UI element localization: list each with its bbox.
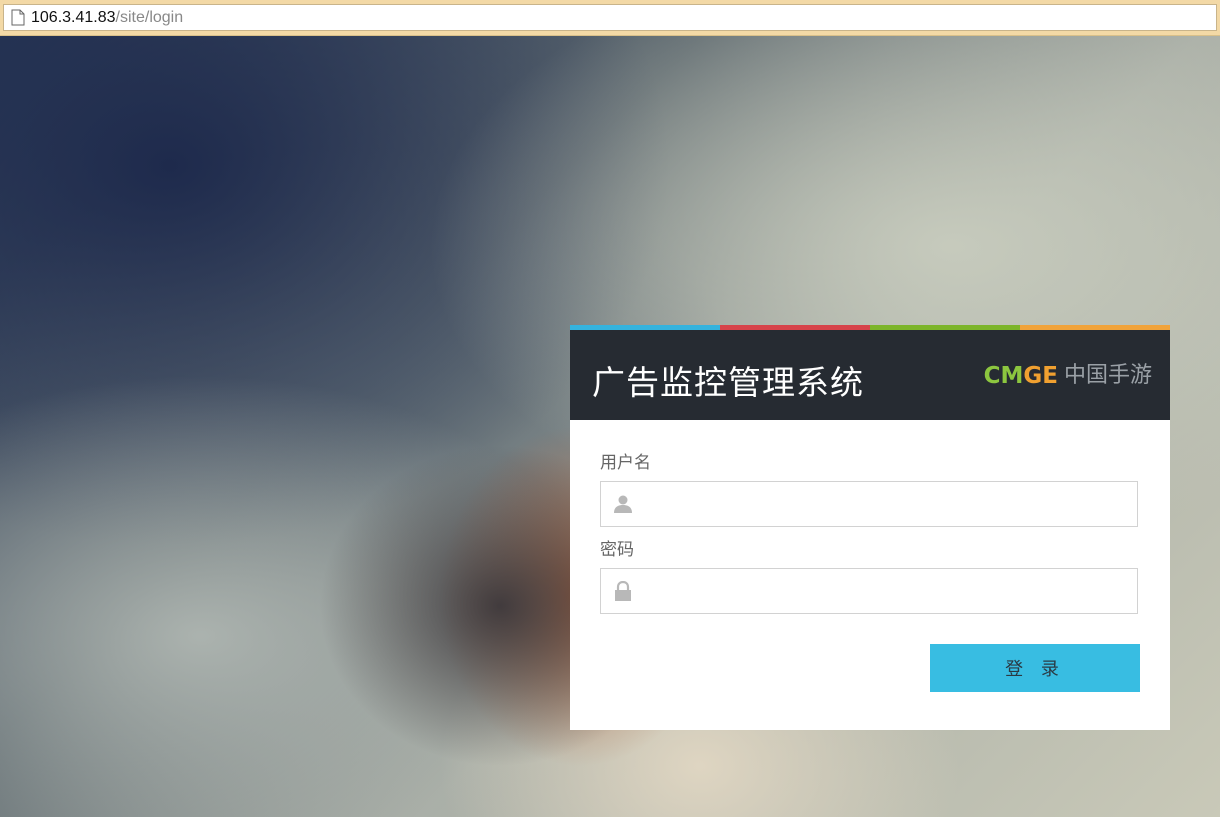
lock-icon xyxy=(613,580,633,601)
password-input[interactable] xyxy=(645,569,1125,613)
url-path: /site/login xyxy=(115,8,184,26)
brand-logo-letter: C xyxy=(983,363,1001,389)
browser-toolbar: 106.3.41.83/site/login xyxy=(0,0,1220,36)
username-label: 用户名 xyxy=(600,453,651,473)
panel-header: 广告监控管理系统 CMGE 中国手游 xyxy=(570,330,1170,420)
address-bar[interactable]: 106.3.41.83/site/login xyxy=(3,4,1217,31)
brand-logo-en: CMGE xyxy=(984,363,1058,389)
url-host: 106.3.41.83 xyxy=(31,8,116,26)
username-input[interactable] xyxy=(645,482,1125,526)
login-panel: 广告监控管理系统 CMGE 中国手游 用户名 密码 登 录 xyxy=(570,325,1170,730)
brand-logo-letter: E xyxy=(1042,363,1058,389)
password-label: 密码 xyxy=(600,540,634,560)
page-icon xyxy=(11,9,25,26)
password-field[interactable] xyxy=(600,568,1138,614)
username-field[interactable] xyxy=(600,481,1138,527)
login-button[interactable]: 登 录 xyxy=(930,644,1140,692)
brand-logo-en-text: CMGE xyxy=(984,363,1058,389)
user-icon xyxy=(613,494,633,514)
brand-logo: CMGE 中国手游 xyxy=(984,363,1152,389)
brand-logo-cn: 中国手游 xyxy=(1063,363,1152,388)
brand-logo-letter: M xyxy=(1000,363,1024,389)
system-title: 广告监控管理系统 xyxy=(592,363,864,402)
brand-logo-letter: G xyxy=(1023,363,1043,389)
address-text: 106.3.41.83/site/login xyxy=(31,9,183,27)
